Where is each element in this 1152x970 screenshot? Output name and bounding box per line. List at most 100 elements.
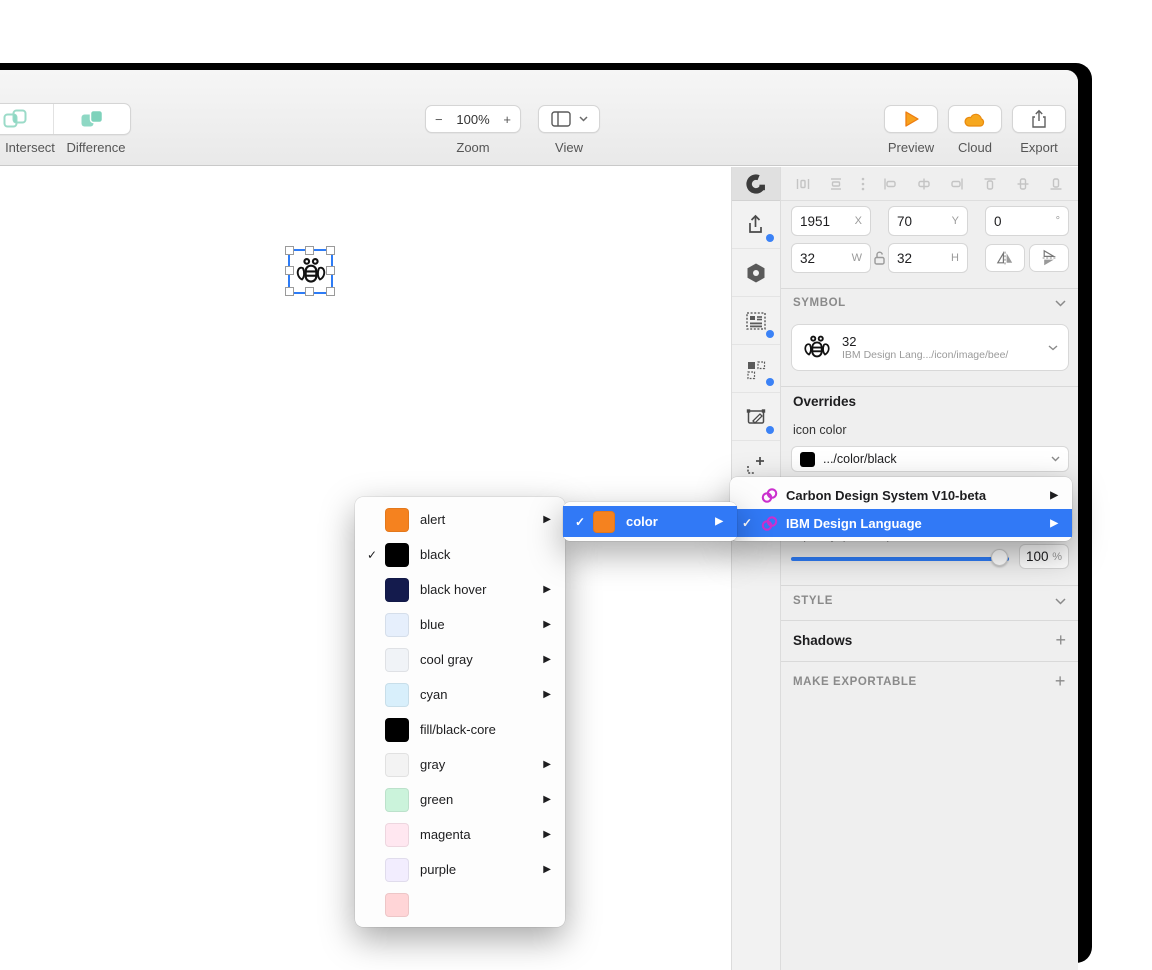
selection-handle[interactable] <box>325 286 335 296</box>
toolbar: Intersect Difference − 100% + Zoom View <box>0 70 1078 166</box>
selection-handle[interactable] <box>284 266 294 275</box>
craft-content-tool[interactable] <box>732 297 780 345</box>
align-left-icon[interactable] <box>882 176 898 192</box>
submenu-arrow-icon: ▶ <box>715 516 723 527</box>
color-menu-item-black[interactable]: ✓ black <box>355 537 565 572</box>
color-menu-item-black hover[interactable]: black hover ▶ <box>355 572 565 607</box>
overrides-header-label: Overrides <box>793 394 857 409</box>
zoom-out-button[interactable]: − <box>435 112 443 127</box>
library-link-icon <box>760 487 786 504</box>
x-position-field[interactable]: 1951 X <box>791 206 871 236</box>
color-menu-item-partial[interactable] <box>355 887 565 922</box>
craft-logo[interactable] <box>732 167 780 201</box>
shadows-row: Shadows + <box>793 630 1066 651</box>
color-menu-item-magenta[interactable]: magenta ▶ <box>355 817 565 852</box>
symbol-name: 32 <box>842 334 857 349</box>
craft-duplicate-tool[interactable] <box>732 345 780 393</box>
zoom-level: 100% <box>456 111 490 127</box>
selection-handle[interactable] <box>305 245 314 255</box>
difference-caption: Difference <box>66 140 126 155</box>
align-top-icon[interactable] <box>982 176 998 192</box>
craft-stencil-tool[interactable] <box>732 393 780 441</box>
bee-icon <box>294 255 328 289</box>
opacity-value-field[interactable]: 100 % <box>1019 544 1069 569</box>
selection-handle[interactable] <box>325 266 335 275</box>
rotation-field[interactable]: 0 ° <box>985 206 1069 236</box>
more-options-icon[interactable] <box>861 176 865 192</box>
y-position-field[interactable]: 70 Y <box>888 206 968 236</box>
menu-item-label: black <box>420 547 451 562</box>
color-menu-item-gray[interactable]: gray ▶ <box>355 747 565 782</box>
icon-color-override-dropdown[interactable]: .../color/black <box>791 446 1069 472</box>
notification-dot <box>766 234 774 242</box>
preview-button[interactable] <box>884 105 938 133</box>
category-menu-item-color[interactable]: ✓ color ▶ <box>563 506 737 537</box>
selected-bee-symbol[interactable] <box>284 245 335 296</box>
icon-color-label: icon color <box>793 423 847 437</box>
color-menu-item-blue[interactable]: blue ▶ <box>355 607 565 642</box>
rotation-unit: ° <box>1055 215 1060 227</box>
checkmark-icon: ✓ <box>575 514 586 529</box>
zoom-control[interactable]: − 100% + <box>425 105 521 133</box>
notification-dot <box>766 426 774 434</box>
flip-vertical-button[interactable] <box>1029 244 1069 272</box>
menu-item-label: black hover <box>420 582 487 597</box>
boolean-operations-group <box>0 103 131 135</box>
selection-handle[interactable] <box>284 286 294 296</box>
view-chevron-down-icon <box>578 116 588 122</box>
selection-handle[interactable] <box>325 245 335 255</box>
craft-sync-tool[interactable] <box>732 201 780 249</box>
color-menu-item-cyan[interactable]: cyan ▶ <box>355 677 565 712</box>
distribute-horizontally-icon[interactable] <box>795 176 811 192</box>
menu-item-label: fill/black-core <box>420 722 496 737</box>
color-options-menu: alert ▶ ✓ black black hover ▶ blue ▶ cool gray ▶ c… <box>355 497 565 927</box>
preview-caption: Preview <box>887 140 935 155</box>
library-link-icon <box>760 515 786 532</box>
style-header-label: STYLE <box>793 595 834 607</box>
add-export-button[interactable]: + <box>1055 671 1066 692</box>
alignment-toolbar <box>781 167 1078 201</box>
notification-dot <box>766 330 774 338</box>
export-button[interactable] <box>1012 105 1066 133</box>
color-swatch <box>385 892 409 917</box>
height-field[interactable]: 32 H <box>888 243 968 273</box>
align-center-horizontally-icon[interactable] <box>916 176 932 192</box>
color-menu-item-fill/black-core[interactable]: fill/black-core <box>355 712 565 747</box>
color-menu-item-green[interactable]: green ▶ <box>355 782 565 817</box>
divider <box>781 585 1078 586</box>
flip-horizontal-button[interactable] <box>985 244 1025 272</box>
color-menu-item-alert[interactable]: alert ▶ <box>355 502 565 537</box>
difference-button[interactable] <box>53 104 130 134</box>
symbol-collapse-chevron-icon[interactable] <box>1055 299 1066 307</box>
align-right-icon[interactable] <box>949 176 965 192</box>
style-section-header[interactable]: STYLE <box>793 595 1066 607</box>
craft-settings-tool[interactable] <box>732 249 780 297</box>
cloud-button[interactable] <box>948 105 1002 133</box>
library-menu-item-0[interactable]: Carbon Design System V10-beta ▶ <box>730 481 1072 509</box>
opacity-slider[interactable] <box>791 557 1009 561</box>
color-swatch <box>385 752 409 777</box>
view-button[interactable] <box>538 105 600 133</box>
align-middle-vertically-icon[interactable] <box>1015 176 1031 192</box>
menu-item-label: alert <box>420 512 446 527</box>
distribute-vertically-icon[interactable] <box>828 176 844 192</box>
cloud-icon <box>963 111 987 128</box>
selection-handle[interactable] <box>284 245 294 255</box>
color-menu-item-purple[interactable]: purple ▶ <box>355 852 565 887</box>
lock-ratio-icon[interactable] <box>874 251 885 265</box>
style-collapse-chevron-icon[interactable] <box>1055 597 1066 605</box>
submenu-arrow-icon: ▶ <box>543 794 551 805</box>
symbol-selector[interactable]: 32 IBM Design Lang.../icon/image/bee/ <box>791 324 1069 371</box>
width-field[interactable]: 32 W <box>791 243 871 273</box>
intersect-button[interactable] <box>0 104 53 134</box>
align-bottom-icon[interactable] <box>1048 176 1064 192</box>
library-menu-item-1[interactable]: ✓ IBM Design Language ▶ <box>730 509 1072 537</box>
add-shadow-button[interactable]: + <box>1055 630 1066 651</box>
checkmark-icon: ✓ <box>742 516 753 530</box>
selection-handle[interactable] <box>305 286 314 296</box>
color-menu-item-cool gray[interactable]: cool gray ▶ <box>355 642 565 677</box>
opacity-slider-knob[interactable] <box>991 549 1008 566</box>
symbol-section-header[interactable]: SYMBOL <box>793 297 1066 309</box>
zoom-in-button[interactable]: + <box>503 112 511 127</box>
menu-item-label: green <box>420 792 454 807</box>
